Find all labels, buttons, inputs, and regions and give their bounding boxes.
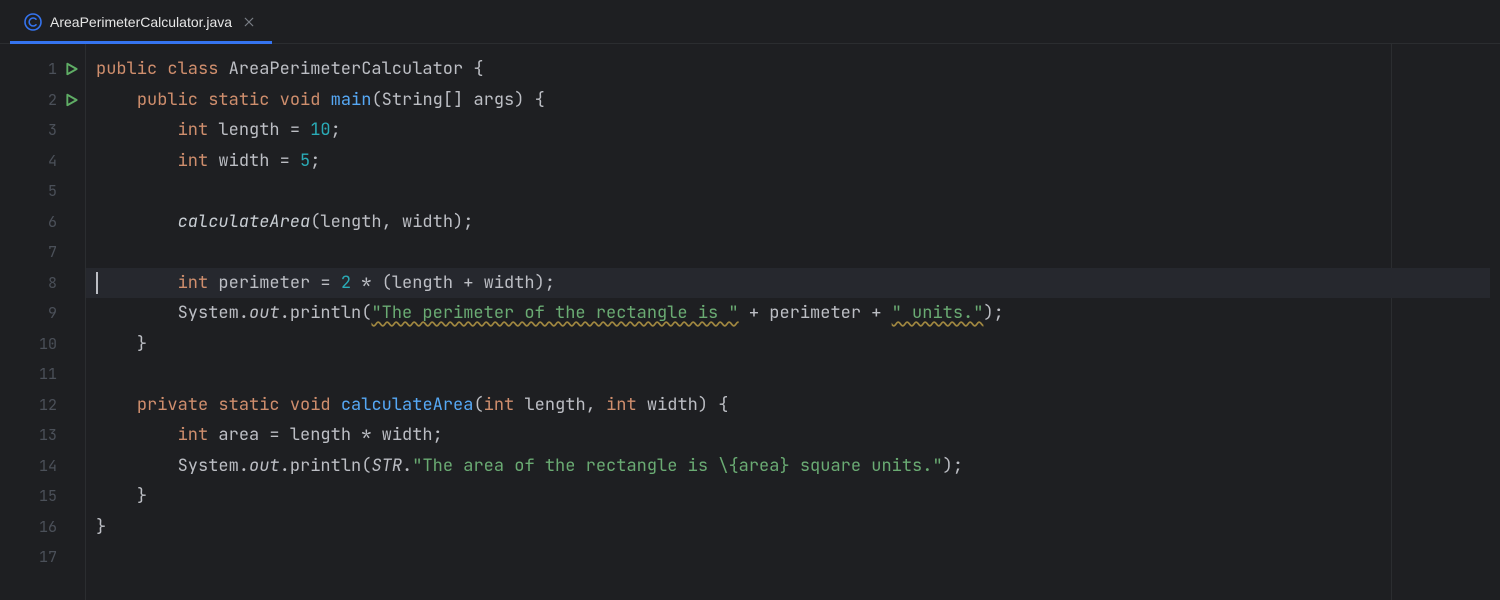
gutter-line: 8 — [0, 268, 85, 299]
code-line[interactable]: } — [96, 512, 1500, 543]
gutter-line: 9 — [0, 298, 85, 329]
line-number: 12 — [39, 395, 57, 415]
gutter-line: 15 — [0, 481, 85, 512]
run-gutter-icon[interactable] — [65, 62, 79, 76]
line-number: 16 — [39, 517, 57, 537]
gutter: 1234567891011121314151617 — [0, 44, 86, 600]
code-line[interactable]: int area = length * width; — [96, 420, 1500, 451]
gutter-line: 3 — [0, 115, 85, 146]
gutter-line: 1 — [0, 54, 85, 85]
gutter-line: 13 — [0, 420, 85, 451]
line-number: 10 — [39, 334, 57, 354]
line-number: 1 — [48, 59, 57, 79]
code-line[interactable]: private static void calculateArea(int le… — [96, 390, 1500, 421]
code-line[interactable]: System.out.println(STR."The area of the … — [96, 451, 1500, 482]
close-icon[interactable] — [240, 13, 258, 31]
gutter-line: 10 — [0, 329, 85, 360]
code-line[interactable]: int length = 10; — [96, 115, 1500, 146]
code-line[interactable]: int width = 5; — [96, 146, 1500, 177]
code-line[interactable]: int perimeter = 2 * (length + width); — [96, 268, 1500, 299]
line-number: 4 — [48, 151, 57, 171]
code-line[interactable]: } — [96, 329, 1500, 360]
code-area[interactable]: public class AreaPerimeterCalculator { p… — [86, 44, 1500, 600]
gutter-line: 5 — [0, 176, 85, 207]
line-number: 6 — [48, 212, 57, 232]
code-line[interactable]: System.out.println("The perimeter of the… — [96, 298, 1500, 329]
gutter-line: 12 — [0, 390, 85, 421]
file-tab[interactable]: AreaPerimeterCalculator.java — [10, 0, 272, 44]
code-line[interactable] — [96, 237, 1500, 268]
code-line[interactable] — [96, 176, 1500, 207]
code-line[interactable]: public static void main(String[] args) { — [96, 85, 1500, 116]
gutter-line: 16 — [0, 512, 85, 543]
code-line[interactable] — [96, 359, 1500, 390]
code-line[interactable]: public class AreaPerimeterCalculator { — [96, 54, 1500, 85]
file-tab-title: AreaPerimeterCalculator.java — [50, 14, 232, 30]
gutter-line: 2 — [0, 85, 85, 116]
line-number: 9 — [48, 303, 57, 323]
code-line[interactable]: } — [96, 481, 1500, 512]
code-line[interactable] — [96, 542, 1500, 573]
line-number: 3 — [48, 120, 57, 140]
line-number: 8 — [48, 273, 57, 293]
gutter-line: 17 — [0, 542, 85, 573]
line-number: 14 — [39, 456, 57, 476]
line-number: 13 — [39, 425, 57, 445]
gutter-line: 14 — [0, 451, 85, 482]
class-icon — [24, 13, 42, 31]
text-cursor — [96, 272, 98, 294]
gutter-line: 4 — [0, 146, 85, 177]
gutter-line: 6 — [0, 207, 85, 238]
editor: 1234567891011121314151617 public class A… — [0, 44, 1500, 600]
line-number: 11 — [39, 364, 57, 384]
code-line[interactable]: calculateArea(length, width); — [96, 207, 1500, 238]
gutter-line: 7 — [0, 237, 85, 268]
run-gutter-icon[interactable] — [65, 93, 79, 107]
gutter-line: 11 — [0, 359, 85, 390]
line-number: 15 — [39, 486, 57, 506]
line-number: 7 — [48, 242, 57, 262]
tab-bar: AreaPerimeterCalculator.java — [0, 0, 1500, 44]
line-number: 2 — [48, 90, 57, 110]
line-number: 5 — [48, 181, 57, 201]
line-number: 17 — [39, 547, 57, 567]
